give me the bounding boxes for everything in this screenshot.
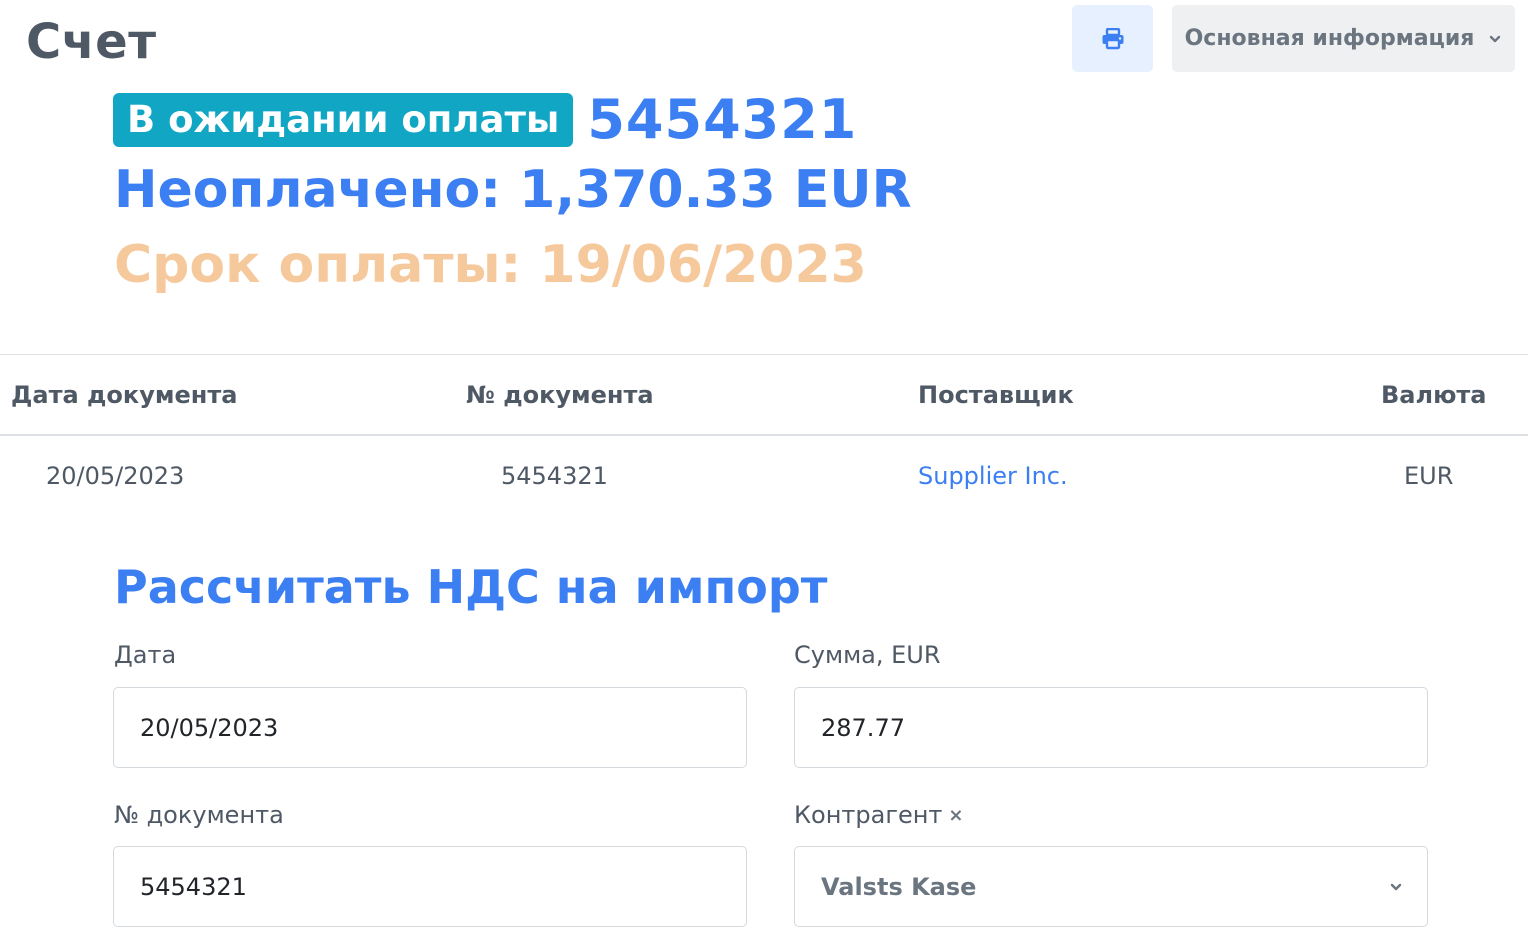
chevron-down-icon <box>1490 35 1501 42</box>
counterparty-select-value: Valsts Kase <box>821 872 977 901</box>
date-label: Дата <box>114 641 177 669</box>
cell-number: 5454321 <box>501 462 608 490</box>
supplier-link[interactable]: Supplier Inc. <box>918 462 1068 490</box>
amount-field-value: 287.77 <box>821 713 905 742</box>
column-header-date: Дата документа <box>11 381 238 409</box>
docnum-label: № документа <box>114 801 284 829</box>
date-field[interactable]: 20/05/2023 <box>113 687 747 768</box>
date-field-value: 20/05/2023 <box>140 713 279 742</box>
chevron-down-icon <box>1390 883 1402 890</box>
status-row: В ожидании оплаты 5454321 <box>113 88 857 151</box>
vat-section-title: Рассчитать НДС на импорт <box>114 560 828 614</box>
counterparty-label-group: Контрагент × <box>794 801 963 829</box>
main-info-dropdown-label: Основная информация <box>1184 26 1475 51</box>
document-number: 5454321 <box>587 88 858 151</box>
print-button[interactable] <box>1072 5 1153 72</box>
cell-date: 20/05/2023 <box>46 462 185 490</box>
column-header-number: № документа <box>466 381 654 409</box>
amount-label: Сумма, EUR <box>794 641 941 669</box>
printer-icon <box>1102 27 1123 49</box>
docnum-field[interactable]: 5454321 <box>113 846 747 927</box>
amount-field[interactable]: 287.77 <box>794 687 1428 768</box>
unpaid-amount: Неоплачено: 1,370.33 EUR <box>114 160 912 220</box>
page-title: Счет <box>26 14 157 70</box>
docnum-field-value: 5454321 <box>140 872 247 901</box>
status-badge: В ожидании оплаты <box>113 92 574 147</box>
table-header-divider <box>0 434 1528 436</box>
table-top-divider <box>0 354 1528 355</box>
column-header-currency: Валюта <box>1381 381 1487 409</box>
counterparty-label: Контрагент <box>794 801 943 829</box>
due-date: Срок оплаты: 19/06/2023 <box>114 235 867 295</box>
main-info-dropdown[interactable]: Основная информация <box>1172 5 1515 72</box>
cell-currency: EUR <box>1404 462 1454 490</box>
clear-icon[interactable]: × <box>948 805 963 826</box>
column-header-supplier: Поставщик <box>918 381 1074 409</box>
counterparty-select[interactable]: Valsts Kase <box>794 846 1428 927</box>
